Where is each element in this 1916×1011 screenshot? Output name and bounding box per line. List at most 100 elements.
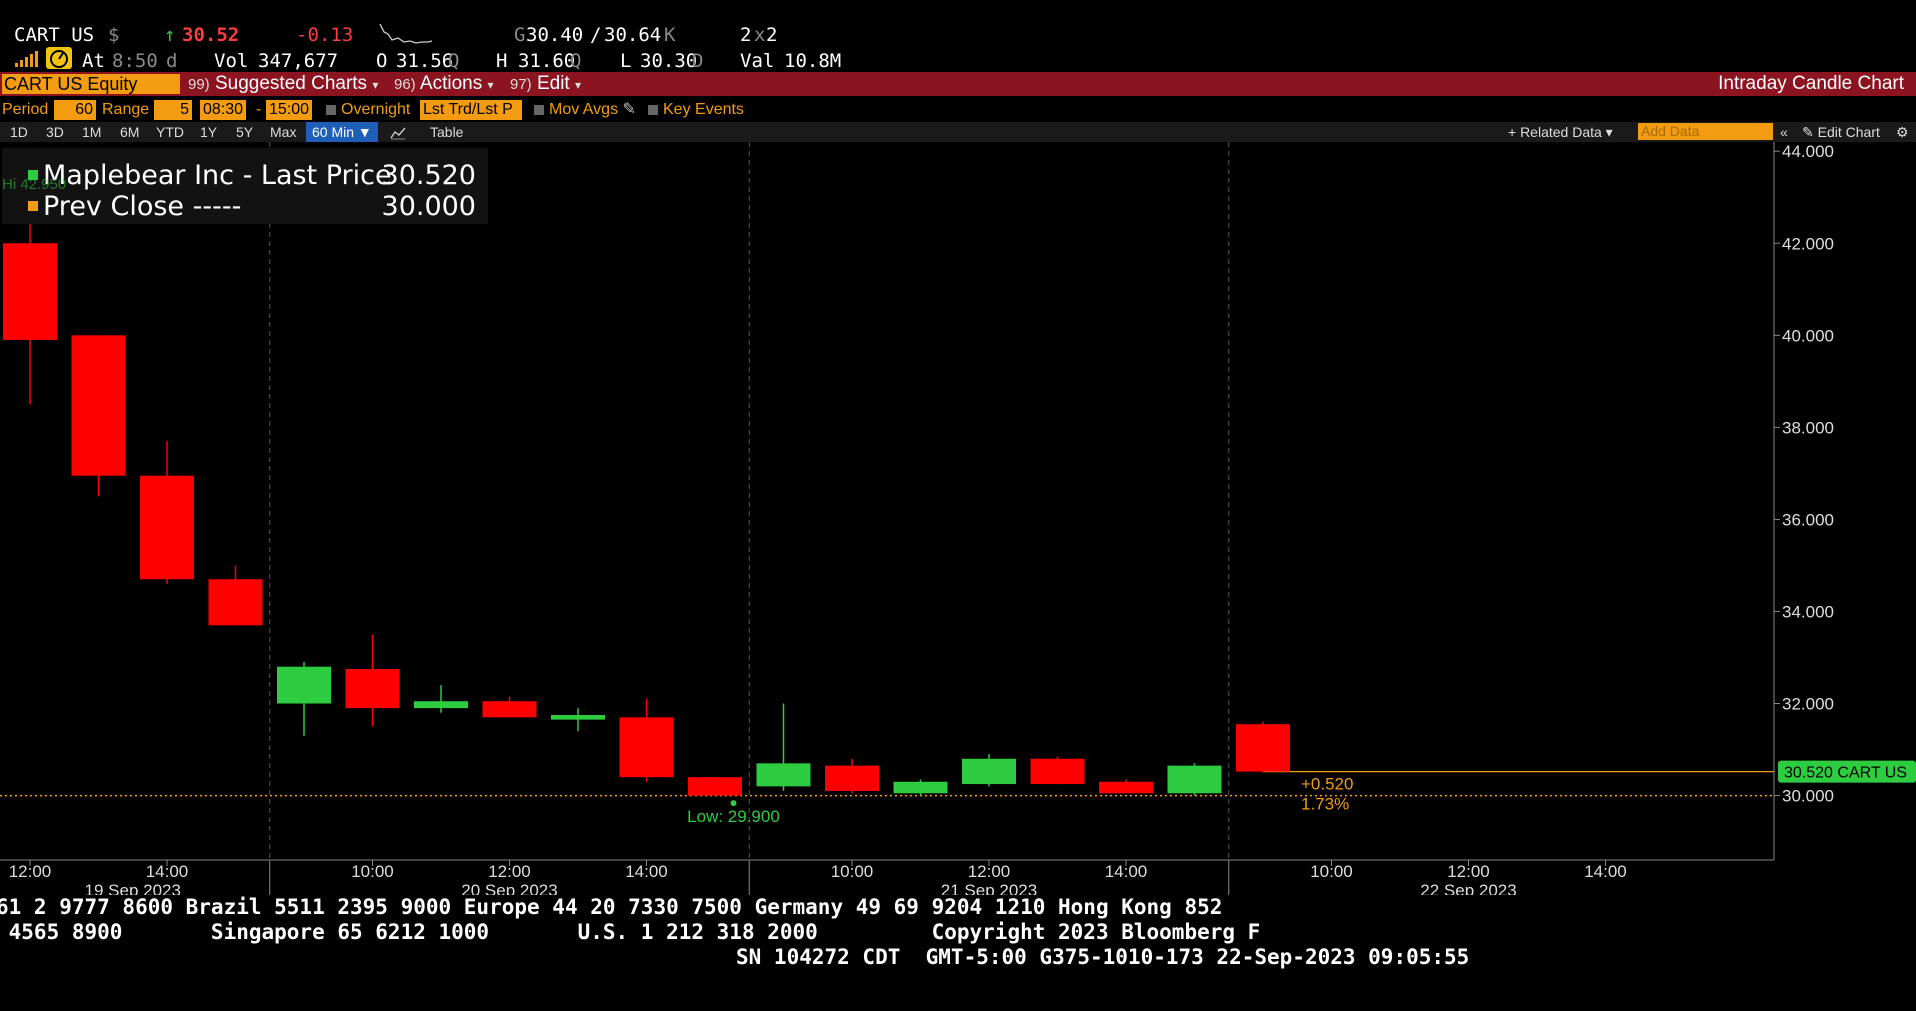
x-tick-label: 12:00 <box>9 862 52 881</box>
y-tick-label: 44.000 <box>1782 142 1834 161</box>
up-arrow-icon: ↑ <box>164 24 176 46</box>
key-events-label: Key Events <box>663 101 744 118</box>
ticker-symbol[interactable]: CART US <box>14 24 94 46</box>
ask-size: 2 <box>766 24 778 46</box>
grid <box>0 142 1774 860</box>
edit-menu[interactable]: 97) Edit ▾ <box>510 72 581 96</box>
candle-down <box>3 243 57 340</box>
candle-down <box>1236 724 1290 772</box>
x-day-label: 21 Sep 2023 <box>941 881 1037 895</box>
ask-price: 30.64 <box>604 24 662 46</box>
line-chart-icon[interactable] <box>390 122 406 142</box>
range-input[interactable]: 5 <box>154 100 192 120</box>
mov-avgs-toggle[interactable]: Mov Avgs ✎ <box>534 100 636 120</box>
caret-down-icon: ▾ <box>372 78 379 92</box>
candle-down <box>1030 758 1085 785</box>
x-day-label: 22 Sep 2023 <box>1420 881 1516 895</box>
edit-chart-button[interactable]: ✎ Edit Chart <box>1802 122 1880 142</box>
related-data-button[interactable]: + Related Data ▾ <box>1508 122 1613 142</box>
range-max-button[interactable]: Max <box>270 122 296 142</box>
start-time-input[interactable]: 08:30 <box>200 100 247 120</box>
candle-down <box>482 701 537 718</box>
gauge-icon[interactable] <box>46 47 72 69</box>
menu-bar: CART US Equity 99) Suggested Charts ▾ 96… <box>0 72 1916 96</box>
candle-down <box>825 765 879 791</box>
end-time-input[interactable]: 15:00 <box>266 100 313 120</box>
candle-down <box>345 668 400 709</box>
quote-header: CART US $ ↑ 30.52 -0.13 G 30.40 / 30.64 … <box>0 0 1916 72</box>
legend-swatch-prev <box>28 201 38 211</box>
key-events-toggle[interactable]: Key Events <box>648 100 744 120</box>
suggested-charts-menu[interactable]: 99) Suggested Charts ▾ <box>188 72 378 96</box>
low-value: 30.30 <box>640 50 698 72</box>
last-price-tag-label: 30.520 CART US <box>1784 765 1907 782</box>
open-value: 31.56 <box>396 50 454 72</box>
x-tick-label: 10:00 <box>831 862 874 881</box>
range-ytd-button[interactable]: YTD <box>156 122 184 142</box>
y-tick-label: 30.000 <box>1782 787 1834 806</box>
overnight-toggle[interactable]: Overnight <box>326 100 410 120</box>
trade-type-select[interactable]: Lst Trd/Lst P <box>420 100 522 120</box>
open-source: Q <box>448 50 460 72</box>
table-button[interactable]: Table <box>430 122 463 142</box>
x-day-label: 20 Sep 2023 <box>461 881 557 895</box>
x-tick-label: 10:00 <box>1310 862 1353 881</box>
net-change: -0.13 <box>296 24 354 46</box>
y-tick-label: 34.000 <box>1782 602 1834 621</box>
y-tick-label: 38.000 <box>1782 418 1834 437</box>
legend-last-value: 30.520 <box>382 160 476 191</box>
actions-menu[interactable]: 96) Actions ▾ <box>394 72 494 96</box>
footer-session-line: SN 104272 CDT GMT-5:00 G375-1010-173 22-… <box>736 945 1470 969</box>
pencil-icon[interactable]: ✎ <box>623 101 636 118</box>
range-6m-button[interactable]: 6M <box>120 122 139 142</box>
range-1y-button[interactable]: 1Y <box>200 122 217 142</box>
volume-label: Vol <box>214 50 249 72</box>
range-1m-button[interactable]: 1M <box>82 122 101 142</box>
footer-contacts-line2: 4565 8900 Singapore 65 6212 1000 U.S. 1 … <box>0 920 1261 944</box>
low-source: D <box>692 50 704 72</box>
high-value: 31.60 <box>518 50 576 72</box>
interval-dropdown[interactable]: 60 Min ▼ <box>306 122 378 142</box>
candle-chart[interactable]: 44.000 42.000 40.000 38.000 36.000 34.000 32.0… <box>0 142 1916 895</box>
open-label: O <box>376 50 388 72</box>
period-input[interactable]: 60 <box>54 100 96 120</box>
quote-time: 8:50 <box>112 50 158 72</box>
security-field[interactable]: CART US Equity <box>2 74 180 94</box>
x-tick-label: 12:00 <box>1447 862 1490 881</box>
legend-last-name: Maplebear Inc - Last Price <box>43 160 392 191</box>
bid-ask-separator: / <box>590 24 602 46</box>
candle-up <box>414 701 468 709</box>
low-label: Low: 29.900 <box>687 807 780 826</box>
overnight-label: Overnight <box>341 101 411 118</box>
low-marker <box>730 800 737 807</box>
volume-value: 347,677 <box>258 50 339 72</box>
bid-price: 30.40 <box>526 24 584 46</box>
candle-down <box>619 717 674 778</box>
range-5y-button[interactable]: 5Y <box>236 122 253 142</box>
candle-up <box>277 666 331 704</box>
candle-up <box>551 715 605 720</box>
chart-type-title: Intraday Candle Chart <box>1718 73 1904 94</box>
time-suffix: d <box>166 50 178 72</box>
caret-down-icon: ▾ <box>575 78 582 92</box>
x-tick-label: 10:00 <box>351 862 394 881</box>
mov-avgs-label: Mov Avgs <box>549 101 619 118</box>
low-label: L <box>620 50 632 72</box>
caret-down-icon: ▾ <box>487 78 494 92</box>
candle-up <box>1167 765 1222 794</box>
x-tick-label: 14:00 <box>625 862 668 881</box>
period-label: Period <box>2 101 49 118</box>
range-toolbar: 1D 3D 1M 6M YTD 1Y 5Y Max 60 Min ▼ Table… <box>0 122 1916 142</box>
x-tick-label: 14:00 <box>146 862 189 881</box>
y-tick-label: 42.000 <box>1782 234 1834 253</box>
range-1d-button[interactable]: 1D <box>10 122 28 142</box>
checkbox-icon <box>326 104 336 115</box>
footer: 61 2 9777 8600 Brazil 5511 2395 9000 Eur… <box>0 895 1916 1011</box>
candle-down <box>71 335 126 476</box>
gear-icon[interactable]: ⚙ <box>1896 122 1909 142</box>
collapse-icon[interactable]: « <box>1780 122 1788 142</box>
range-3d-button[interactable]: 3D <box>46 122 64 142</box>
add-data-input[interactable]: Add Data <box>1638 123 1773 140</box>
traded-value: 10.8M <box>784 50 842 72</box>
sparkline-icon <box>379 23 433 44</box>
